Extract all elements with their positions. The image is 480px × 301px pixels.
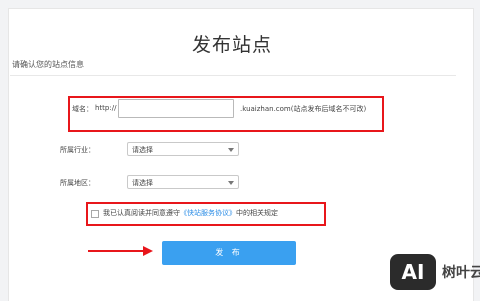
region-label: 所属地区：: [60, 179, 95, 187]
annotation-arrow: [88, 250, 144, 252]
divider: [10, 75, 456, 76]
agreement-text-after: 中的相关规定: [236, 209, 278, 217]
industry-select-value: 请选择: [132, 146, 153, 154]
page-title: 发布站点: [191, 34, 272, 56]
chevron-down-icon: [228, 148, 234, 152]
watermark: AI 树叶云: [390, 250, 480, 292]
chevron-down-icon: [228, 181, 234, 185]
publish-button[interactable]: 发 布: [162, 241, 296, 265]
industry-select[interactable]: 请选择: [127, 142, 239, 156]
arrow-right-icon: [143, 246, 153, 256]
agreement-text: 我已认真阅读并同意遵守《快站服务协议》中的相关规定: [103, 208, 278, 218]
agreement-text-before: 我已认真阅读并同意遵守: [103, 209, 180, 217]
domain-prefix: http://: [95, 104, 117, 112]
region-select-value: 请选择: [132, 179, 153, 187]
watermark-text: 树叶云: [442, 265, 480, 281]
industry-label: 所属行业：: [60, 146, 95, 154]
page-subtitle: 请确认您的站点信息: [12, 60, 84, 69]
domain-input[interactable]: [118, 99, 234, 118]
region-select[interactable]: 请选择: [127, 175, 239, 189]
domain-label: 域名：: [72, 105, 93, 113]
domain-suffix: .kuaizhan.com(站点发布后域名不可改): [240, 105, 367, 113]
agreement-checkbox[interactable]: [91, 210, 99, 218]
service-agreement-link[interactable]: 《快站服务协议》: [180, 209, 236, 217]
watermark-logo: AI: [390, 254, 436, 290]
